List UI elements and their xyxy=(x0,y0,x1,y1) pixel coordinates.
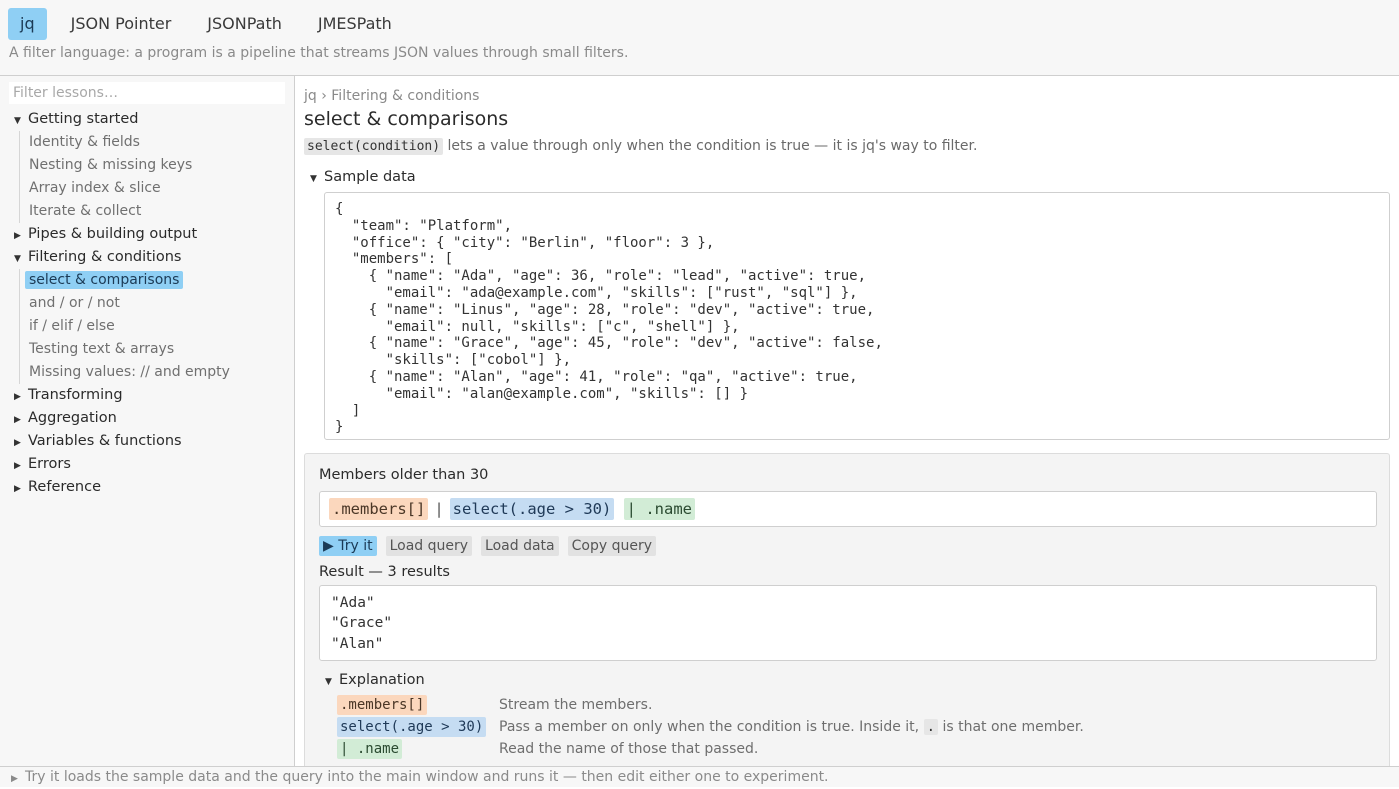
lesson-nesting-missing-keys[interactable]: Nesting & missing keys xyxy=(20,154,295,177)
example-card: Members older than 30 .members[] | select(… xyxy=(304,453,1390,766)
group-label: Getting started xyxy=(28,111,139,127)
group-label: Aggregation xyxy=(28,410,117,426)
group-label: Reference xyxy=(28,479,102,495)
group-label: Filtering & conditions xyxy=(28,249,182,265)
query-pipe: | xyxy=(434,500,444,518)
lesson-identity-fields[interactable]: Identity & fields xyxy=(20,131,295,154)
language-tabs: jq JSON Pointer JSONPath JMESPath xyxy=(8,8,404,40)
breadcrumb: jq › Filtering & conditions xyxy=(304,88,480,104)
tab-jsonpath[interactable]: JSONPath xyxy=(195,8,294,40)
triangle-right-icon: ▶ xyxy=(14,438,21,448)
result-line: "Alan" xyxy=(331,635,384,652)
tab-jmespath[interactable]: JMESPath xyxy=(306,8,404,40)
sidebar: ▼ Getting started Identity & fields Nesti… xyxy=(0,76,295,766)
copy-query-button[interactable]: Copy query xyxy=(567,536,657,556)
try-it-button[interactable]: ▶ Try it xyxy=(319,536,377,556)
inline-code-dot: . xyxy=(923,719,938,735)
result-line: "Ada" xyxy=(331,595,375,611)
explanation-row: .members[] Stream the members. xyxy=(337,694,1377,716)
tab-jq[interactable]: jq xyxy=(8,8,47,40)
explanation-row: | .name Read the name of those that pass… xyxy=(337,738,1377,760)
lesson-filter-input[interactable] xyxy=(9,82,285,104)
query-segment-name[interactable]: | .name xyxy=(623,498,695,520)
group-getting-started[interactable]: ▼ Getting started xyxy=(0,108,295,131)
group-transforming[interactable]: ▶ Transforming xyxy=(0,384,295,407)
example-actions: ▶ Try it Load query Load data Copy query xyxy=(319,536,657,556)
explanation-list: .members[] Stream the members. select(.a… xyxy=(337,694,1377,760)
status-text: Try it loads the sample data and the que… xyxy=(25,769,829,785)
lesson-testing-text-arrays[interactable]: Testing text & arrays xyxy=(20,338,295,361)
group-variables-functions[interactable]: ▶ Variables & functions xyxy=(0,430,295,453)
result-box: "Ada" "Grace" "Alan" xyxy=(319,585,1377,661)
lesson-intro: select(condition) lets a value through o… xyxy=(304,138,978,155)
triangle-right-icon: ▶ xyxy=(14,392,21,402)
group-filtering-conditions[interactable]: ▼ Filtering & conditions xyxy=(0,246,295,269)
intro-code: select(condition) xyxy=(304,138,444,155)
top-bar: jq JSON Pointer JSONPath JMESPath A filt… xyxy=(0,0,1399,76)
tab-json-pointer[interactable]: JSON Pointer xyxy=(59,8,184,40)
explanation-code: | .name xyxy=(337,739,403,759)
explanation-toggle[interactable]: ▼ Explanation xyxy=(325,672,425,688)
language-description: A filter language: a program is a pipeli… xyxy=(9,45,629,61)
explanation-text: Stream the members. xyxy=(499,697,653,713)
query-segment-members[interactable]: .members[] xyxy=(329,498,429,520)
lesson-content: jq › Filtering & conditions select & com… xyxy=(296,76,1399,766)
explanation-code: select(.age > 30) xyxy=(337,717,487,737)
triangle-down-icon: ▼ xyxy=(14,254,21,264)
group-aggregation[interactable]: ▶ Aggregation xyxy=(0,407,295,430)
triangle-down-icon: ▼ xyxy=(325,677,332,687)
sample-data-label: Sample data xyxy=(324,169,416,185)
group-label: Variables & functions xyxy=(28,433,182,449)
triangle-right-icon: ▶ xyxy=(14,231,21,241)
load-data-button[interactable]: Load data xyxy=(481,536,559,556)
group-label: Pipes & building output xyxy=(28,226,198,242)
sample-data-box: { "team": "Platform", "office": { "city"… xyxy=(324,192,1390,440)
lesson-array-index-slice[interactable]: Array index & slice xyxy=(20,177,295,200)
group-label: Errors xyxy=(28,456,71,472)
lesson-select-comparisons[interactable]: select & comparisons xyxy=(20,269,295,292)
explanation-code: .members[] xyxy=(337,695,428,715)
triangle-down-icon: ▼ xyxy=(310,174,317,184)
explanation-text: Pass a member on only when the condition… xyxy=(499,719,1084,735)
triangle-right-icon: ▶ xyxy=(14,461,21,471)
lesson-and-or-not[interactable]: and / or / not xyxy=(20,292,295,315)
intro-text: lets a value through only when the condi… xyxy=(443,138,978,154)
triangle-right-icon: ▶ xyxy=(14,415,21,425)
example-title: Members older than 30 xyxy=(319,467,489,483)
triangle-down-icon: ▼ xyxy=(14,116,21,126)
load-query-button[interactable]: Load query xyxy=(385,536,473,556)
query-display: .members[] | select(.age > 30) | .name xyxy=(319,491,1377,527)
group-errors[interactable]: ▶ Errors xyxy=(0,453,295,476)
status-bar[interactable]: ▶ Try it loads the sample data and the qu… xyxy=(0,766,1399,787)
lesson-missing-values[interactable]: Missing values: // and empty xyxy=(20,361,295,384)
query-segment-select[interactable]: select(.age > 30) xyxy=(449,498,615,520)
lesson-if-elif-else[interactable]: if / elif / else xyxy=(20,315,295,338)
group-reference[interactable]: ▶ Reference xyxy=(0,476,295,499)
explanation-label: Explanation xyxy=(339,672,425,688)
triangle-right-icon: ▶ xyxy=(11,774,18,784)
result-line: "Grace" xyxy=(331,615,393,632)
lesson-iterate-collect[interactable]: Iterate & collect xyxy=(20,200,295,223)
page-title: select & comparisons xyxy=(304,108,509,130)
group-children: Identity & fields Nesting & missing keys… xyxy=(19,131,295,223)
group-children: select & comparisons and / or / not if /… xyxy=(19,269,295,384)
explanation-text: Read the name of those that passed. xyxy=(499,741,759,757)
explanation-row: select(.age > 30) Pass a member on only … xyxy=(337,716,1377,738)
triangle-right-icon: ▶ xyxy=(14,484,21,494)
lesson-tree: ▼ Getting started Identity & fields Nesti… xyxy=(0,108,295,499)
group-pipes-building-output[interactable]: ▶ Pipes & building output xyxy=(0,223,295,246)
sample-json: { "team": "Platform", "office": { "city"… xyxy=(335,201,883,436)
group-label: Transforming xyxy=(28,387,123,403)
result-label: Result — 3 results xyxy=(319,564,450,580)
sample-data-toggle[interactable]: ▼ Sample data xyxy=(310,169,416,185)
